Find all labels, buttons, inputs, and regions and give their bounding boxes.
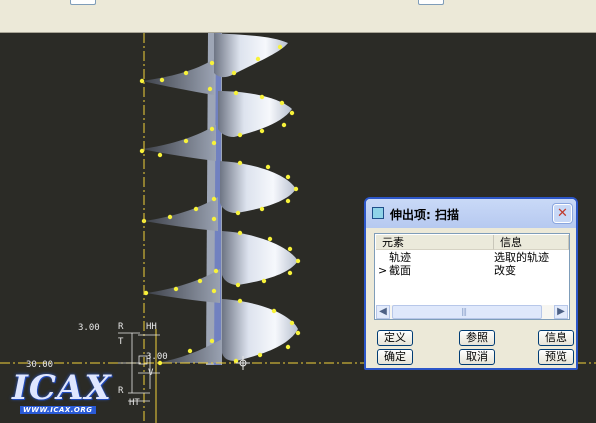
constraint-hh: HH: [146, 322, 157, 332]
list-item-element[interactable]: 轨迹: [389, 251, 411, 264]
logo-url: WWW.ICAX.ORG: [20, 406, 96, 414]
height-dimension[interactable]: 3.00: [78, 323, 100, 333]
reference-button[interactable]: 参照: [459, 330, 495, 346]
close-button[interactable]: ✕: [553, 204, 572, 223]
constraint-r-top: R: [118, 322, 124, 332]
scroll-left-icon[interactable]: ◀: [376, 305, 390, 319]
logo-wordmark: ICAX: [12, 368, 112, 408]
list-item-element[interactable]: 截面: [389, 264, 411, 277]
preview-button[interactable]: 预览: [538, 349, 574, 365]
info-button[interactable]: 信息: [538, 330, 574, 346]
toolbar: [0, 0, 596, 33]
column-header-info[interactable]: 信息: [494, 235, 569, 250]
ok-button[interactable]: 确定: [377, 349, 413, 365]
cancel-button[interactable]: 取消: [459, 349, 495, 365]
horizontal-scrollbar[interactable]: ◀ ||| ▶: [376, 305, 568, 319]
constraint-v: V: [148, 368, 154, 378]
grip-icon: |||: [461, 307, 467, 316]
dialog-titlebar[interactable]: 伸出项: 扫描 ✕: [366, 199, 576, 228]
icax-logo: ICAX WWW.ICAX.ORG: [8, 370, 130, 420]
dialog-title: 伸出项: 扫描: [390, 208, 459, 222]
row-marker: >: [378, 264, 388, 277]
feature-icon: [372, 207, 384, 219]
toolbar-dropdown-right[interactable]: [418, 0, 444, 5]
scroll-thumb[interactable]: |||: [392, 305, 542, 319]
define-button[interactable]: 定义: [377, 330, 413, 346]
constraint-t: T: [118, 337, 124, 347]
sweep-blade-5: [156, 299, 298, 363]
toolbar-dropdown-left[interactable]: [70, 0, 96, 5]
sweep-protrusion-dialog: 伸出项: 扫描 ✕ 元素 信息 轨迹 选取的轨迹 > 截面 改变 ◀ ||| ▶…: [364, 197, 578, 370]
list-item-info: 改变: [494, 264, 516, 277]
width-dimension[interactable]: 3.00: [146, 352, 168, 362]
list-item-info: 选取的轨迹: [494, 251, 549, 264]
element-list[interactable]: 元素 信息 轨迹 选取的轨迹 > 截面 改变 ◀ ||| ▶: [374, 233, 570, 320]
constraint-ht: HT: [129, 398, 140, 408]
close-icon: ✕: [557, 206, 568, 221]
column-header-element[interactable]: 元素: [376, 235, 494, 250]
scroll-right-icon[interactable]: ▶: [554, 305, 568, 319]
